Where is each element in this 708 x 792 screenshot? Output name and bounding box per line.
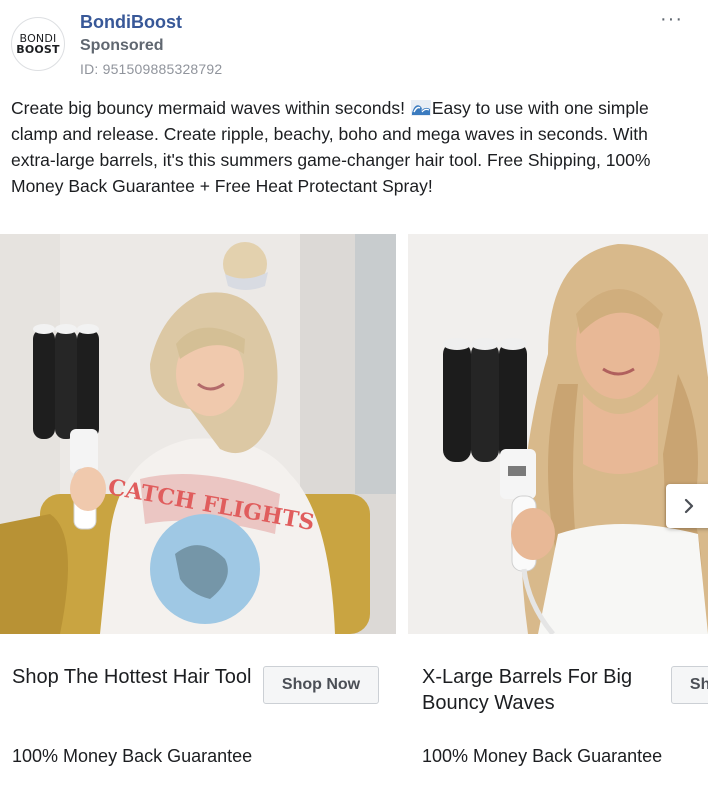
sponsored-label[interactable]: Sponsored	[80, 37, 164, 55]
shirt-text: CATCH FLIGHTS	[106, 474, 316, 536]
advertiser-avatar[interactable]: BONDI BOOST	[11, 17, 65, 71]
more-options-icon[interactable]: ···	[660, 8, 683, 31]
card-2-photo[interactable]	[408, 234, 708, 634]
wave-emoji-icon	[410, 100, 431, 116]
ad-header: BONDI BOOST BondiBoost Sponsored ID: 951…	[0, 0, 708, 84]
post-text: Create big bouncy mermaid waves within s…	[11, 95, 697, 199]
carousel-card-2[interactable]: X-Large Barrels For Big Bouncy Waves Sho…	[408, 234, 708, 792]
post-text-part1: Create big bouncy mermaid waves within s…	[11, 98, 410, 118]
carousel-card-1[interactable]: CATCH FLIGHTS Shop The Hottest Hair Tool…	[0, 234, 396, 792]
card-2-image	[408, 234, 708, 634]
card-1-shop-now-button[interactable]: Shop Now	[263, 666, 379, 704]
carousel-next-button[interactable]	[666, 484, 708, 528]
advertiser-name[interactable]: BondiBoost	[80, 12, 182, 33]
ad-id: ID: 951509885328792	[80, 61, 223, 77]
card-1-photo[interactable]: CATCH FLIGHTS	[0, 234, 396, 634]
chevron-right-icon	[684, 498, 694, 514]
card-1-headline[interactable]: Shop The Hottest Hair Tool	[12, 664, 252, 690]
card-2-description: 100% Money Back Guarantee	[422, 746, 663, 766]
card-1-description: 100% Money Back Guarantee	[12, 746, 253, 766]
carousel: CATCH FLIGHTS Shop The Hottest Hair Tool…	[0, 234, 708, 792]
logo-text-line2: BOOST	[16, 43, 60, 56]
shirt-print: CATCH FLIGHTS	[106, 474, 316, 536]
card-2-headline[interactable]: X-Large Barrels For Big Bouncy Waves	[422, 664, 662, 716]
card-2-shop-now-button[interactable]: Shop Now	[671, 666, 708, 704]
